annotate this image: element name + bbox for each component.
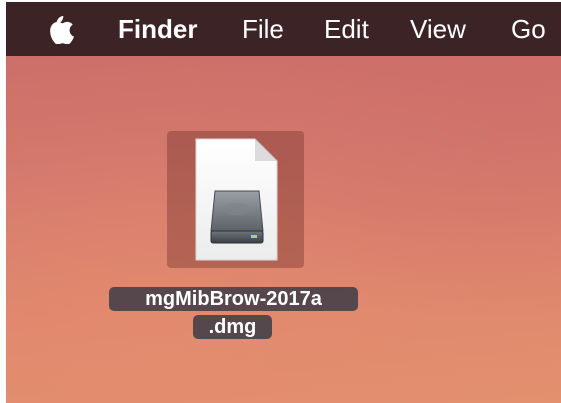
menu-go[interactable]: Go — [511, 2, 546, 56]
screen: Finder File Edit View Go mgMibBrow-2017a… — [6, 2, 561, 403]
dmg-disk-image-icon — [195, 138, 278, 261]
file-name-label-line-2[interactable]: .dmg — [193, 315, 272, 339]
menu-view[interactable]: View — [410, 2, 466, 56]
menu-bar: Finder File Edit View Go — [6, 2, 561, 56]
menu-file[interactable]: File — [242, 2, 284, 56]
menu-edit[interactable]: Edit — [324, 2, 369, 56]
dmg-file-icon-selection[interactable] — [167, 131, 304, 268]
apple-logo-icon[interactable] — [48, 14, 74, 44]
menu-finder[interactable]: Finder — [118, 2, 197, 56]
file-name-label-line-1[interactable]: mgMibBrow-2017a — [109, 287, 358, 311]
